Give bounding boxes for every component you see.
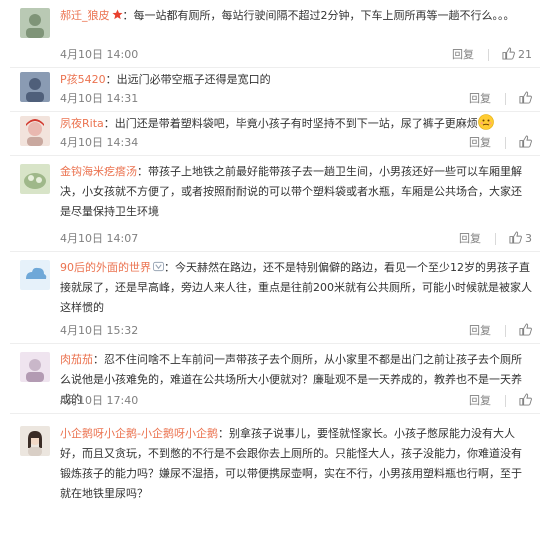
username-link[interactable]: 肉茄茄 (60, 353, 93, 366)
comment-body: P孩5420：出远门必带空瓶子还得是宽口的 (60, 73, 271, 86)
avatar[interactable] (20, 260, 50, 290)
thumbs-up-icon (509, 231, 522, 244)
like-count: 3 (525, 232, 532, 245)
comment-body: 夙夜Rita：出门还是带着塑料袋吧，毕竟小孩子有时坚持不到下一站，尿了裤子更麻烦 (60, 114, 532, 134)
reply-button[interactable]: 回复 (469, 90, 491, 108)
username-link[interactable]: 夙夜Rita (60, 117, 104, 130)
comment-item: 小企鹅呀小企鹅-小企鹅呀小企鹅：别拿孩子说事儿，要怪就怪家长。小孩子憋尿能力没有… (10, 414, 540, 534)
avatar[interactable] (20, 426, 50, 456)
comment-body: 小企鹅呀小企鹅-小企鹅呀小企鹅：别拿孩子说事儿，要怪就怪家长。小孩子憋尿能力没有… (60, 427, 522, 500)
thumbs-up-icon (502, 47, 515, 60)
avatar[interactable] (20, 8, 50, 38)
like-button[interactable] (519, 322, 532, 340)
username-link[interactable]: 小企鹅呀小企鹅-小企鹅呀小企鹅 (60, 427, 218, 440)
comment-date: 4月10日 14:34 (60, 136, 139, 149)
thumbs-up-icon (519, 135, 532, 148)
like-button[interactable] (519, 134, 532, 152)
divider (494, 233, 496, 245)
divider (487, 49, 489, 61)
divider (504, 137, 506, 149)
divider (504, 325, 506, 337)
username-link[interactable]: P孩5420 (60, 73, 106, 86)
comment-meta: 4月10日 14:07 回复 3 (60, 230, 532, 248)
reply-button[interactable]: 回复 (459, 230, 481, 248)
username-link[interactable]: 郝迁_狼皮 (60, 9, 110, 22)
avatar[interactable] (20, 352, 50, 382)
divider (504, 395, 506, 407)
comment-text: 每一站都有厕所，每站行驶间隔不超过2分钟，下车上厕所再等一趟不行么。。。 (133, 9, 515, 22)
comment-meta: 4月10日 14:00 回复 21 (60, 46, 532, 64)
comment-item: 肉茄茄：忍不住问啥不上车前问一声带孩子去个厕所，从小家里不都是出门之前让孩子去个… (10, 344, 540, 414)
vip-level-badge-icon (153, 261, 164, 272)
awkward-face-emoji-icon (477, 114, 494, 130)
red-star-badge-icon (111, 9, 123, 20)
comment-date: 4月10日 14:00 (60, 48, 139, 61)
reply-button[interactable]: 回复 (469, 322, 491, 340)
comment-meta: 4月10日 17:40 回复 (60, 392, 532, 410)
avatar[interactable] (20, 116, 50, 146)
comment-meta: 4月10日 14:31 回复 (60, 90, 532, 108)
thumbs-up-icon (519, 91, 532, 104)
comment-date: 4月10日 14:07 (60, 232, 139, 245)
divider (504, 93, 506, 105)
comment-item: P孩5420：出远门必带空瓶子还得是宽口的 4月10日 14:31 回复 (10, 68, 540, 112)
thumbs-up-icon (519, 393, 532, 406)
comment-item: 郝迁_狼皮 ：每一站都有厕所，每站行驶间隔不超过2分钟，下车上厕所再等一趟不行么。… (10, 0, 540, 68)
like-button[interactable] (519, 90, 532, 108)
comment-meta: 4月10日 15:32 回复 (60, 322, 532, 340)
comment-item: 金钩海米疙瘩汤：带孩子上地铁之前最好能带孩子去一趟卫生间，小男孩还好一些可以车厢… (10, 156, 540, 252)
comment-date: 4月10日 14:31 (60, 92, 139, 105)
like-button[interactable]: 3 (509, 230, 532, 248)
reply-button[interactable]: 回复 (469, 134, 491, 152)
avatar[interactable] (20, 164, 50, 194)
like-count: 21 (518, 48, 532, 61)
comment-text: 出门还是带着塑料袋吧，毕竟小孩子有时坚持不到下一站，尿了裤子更麻烦 (114, 117, 478, 130)
comment-date: 4月10日 17:40 (60, 394, 139, 407)
comment-body: 郝迁_狼皮 ：每一站都有厕所，每站行驶间隔不超过2分钟，下车上厕所再等一趟不行么。… (60, 9, 515, 22)
comment-text: 出远门必带空瓶子还得是宽口的 (116, 73, 271, 86)
comment-date: 4月10日 15:32 (60, 324, 139, 337)
comment-body: 90后的外面的世界 ：今天赫然在路边，还不是特别偏僻的路边，看见一个至少12岁的男… (60, 261, 532, 314)
comment-item: 夙夜Rita：出门还是带着塑料袋吧，毕竟小孩子有时坚持不到下一站，尿了裤子更麻烦… (10, 112, 540, 156)
username-link[interactable]: 金钩海米疙瘩汤 (60, 165, 137, 178)
reply-button[interactable]: 回复 (452, 46, 474, 64)
comment-body: 金钩海米疙瘩汤：带孩子上地铁之前最好能带孩子去一趟卫生间，小男孩还好一些可以车厢… (60, 165, 522, 218)
reply-button[interactable]: 回复 (469, 392, 491, 410)
comment-feed: 郝迁_狼皮 ：每一站都有厕所，每站行驶间隔不超过2分钟，下车上厕所再等一趟不行么。… (0, 0, 550, 550)
avatar[interactable] (20, 72, 50, 102)
like-button[interactable] (519, 392, 532, 410)
like-button[interactable]: 21 (502, 46, 532, 64)
username-link[interactable]: 90后的外面的世界 (60, 261, 151, 274)
thumbs-up-icon (519, 323, 532, 336)
comment-item: 90后的外面的世界 ：今天赫然在路边，还不是特别偏僻的路边，看见一个至少12岁的男… (10, 252, 540, 344)
comment-meta: 4月10日 14:34 回复 (60, 134, 532, 152)
